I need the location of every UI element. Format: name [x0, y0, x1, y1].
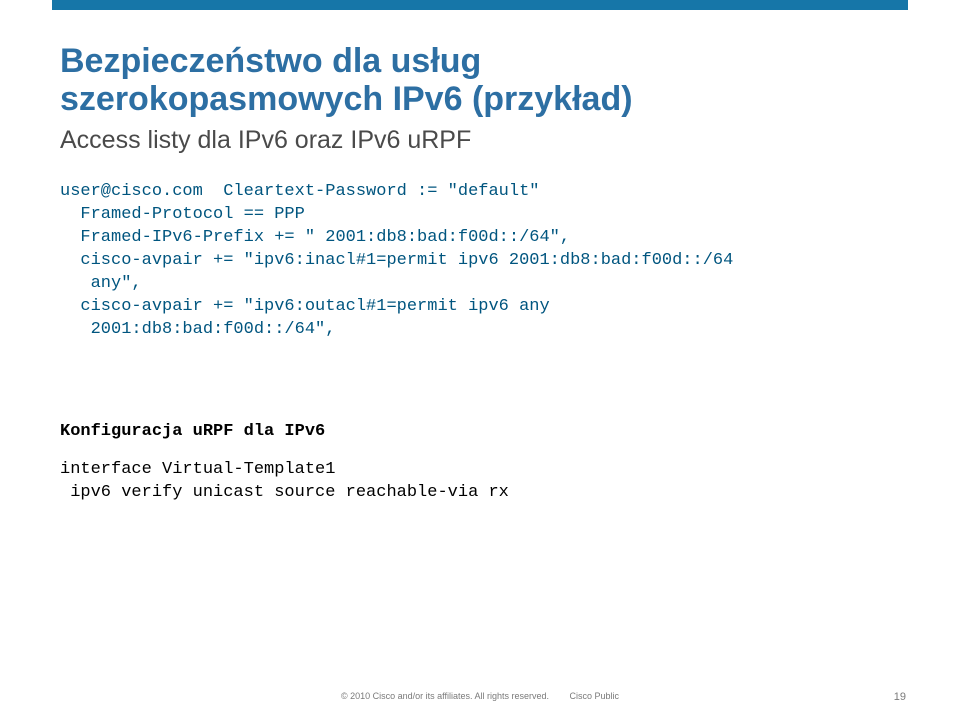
code-block-urpf: interface Virtual-Template1 ipv6 verify … — [60, 459, 900, 505]
page-number: 19 — [894, 691, 906, 703]
slide-content: Bezpieczeństwo dla usług szerokopasmowyc… — [60, 42, 900, 675]
top-accent-bar — [52, 0, 908, 10]
slide-title: Bezpieczeństwo dla usług szerokopasmowyc… — [60, 42, 900, 118]
footer: © 2010 Cisco and/or its affiliates. All … — [0, 691, 960, 701]
title-line-2: szerokopasmowych IPv6 (przykład) — [60, 80, 633, 118]
footer-public: Cisco Public — [570, 691, 620, 701]
title-line-1: Bezpieczeństwo dla usług — [60, 42, 481, 80]
slide-subtitle: Access listy dla IPv6 oraz IPv6 uRPF — [60, 126, 900, 155]
urpf-heading: Konfiguracja uRPF dla IPv6 — [60, 422, 900, 441]
code-block-acl: user@cisco.com Cleartext-Password := "de… — [60, 181, 900, 342]
footer-copyright: © 2010 Cisco and/or its affiliates. All … — [341, 691, 549, 701]
